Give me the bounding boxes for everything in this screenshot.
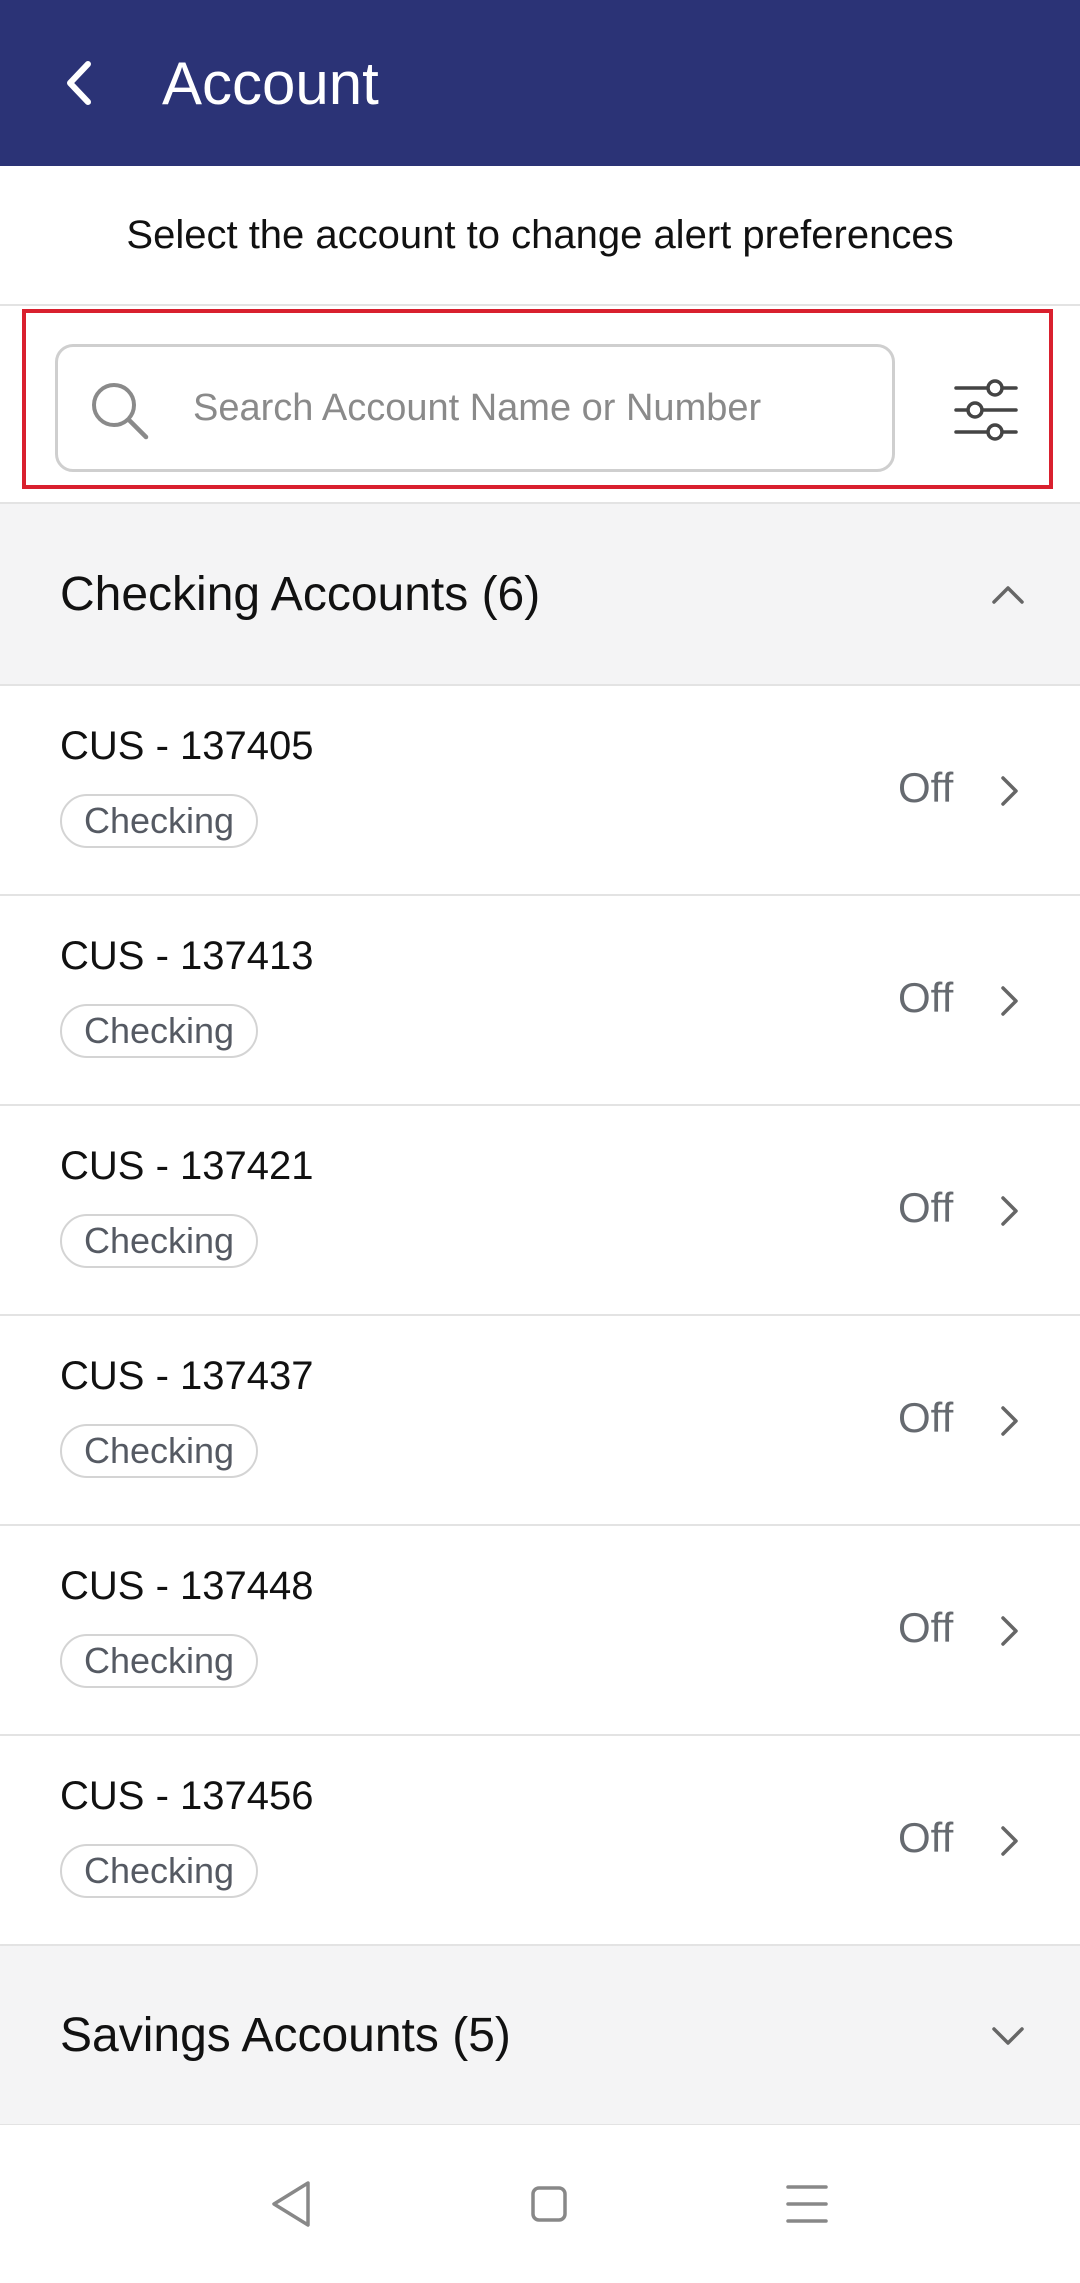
- alert-status: Off: [898, 1814, 954, 1861]
- chevron-right-icon: [1001, 1616, 1018, 1646]
- account-name: CUS - 137456: [60, 1774, 314, 1818]
- search-input[interactable]: [193, 347, 873, 469]
- search-bar-area: [0, 306, 1080, 504]
- account-row[interactable]: CUS - 137448 Checking Off: [0, 1526, 1080, 1736]
- chevron-right-icon: [1001, 986, 1018, 1016]
- section-title: Savings Accounts (5): [60, 2008, 511, 2062]
- chevron-right-icon: [1001, 1826, 1018, 1856]
- account-name: CUS - 137421: [60, 1144, 314, 1188]
- account-type-badge: Checking: [60, 1214, 259, 1268]
- account-type-badge: Checking: [60, 1844, 259, 1898]
- account-name: CUS - 137413: [60, 934, 314, 978]
- alert-status: Off: [898, 974, 954, 1021]
- nav-home-icon: [531, 2186, 567, 2222]
- account-type-badge: Checking: [60, 1424, 259, 1478]
- alert-status: Off: [898, 1184, 954, 1231]
- app-screen: Account Select the account to change ale…: [0, 0, 1080, 2283]
- system-navigation-bar: [0, 2125, 1080, 2283]
- account-type-badge: Checking: [60, 794, 259, 848]
- account-row[interactable]: CUS - 137405 Checking Off: [0, 686, 1080, 896]
- chevron-right-icon: [1001, 776, 1018, 806]
- page-title: Account: [162, 49, 379, 117]
- search-icon: [92, 383, 149, 440]
- chevron-down-icon: [992, 2027, 1024, 2045]
- nav-menu-icon: [786, 2185, 828, 2223]
- account-type-badge: Checking: [60, 1004, 259, 1058]
- chevron-up-icon: [992, 586, 1024, 604]
- account-row[interactable]: CUS - 137456 Checking Off: [0, 1736, 1080, 1946]
- section-header-checking[interactable]: Checking Accounts (6): [0, 504, 1080, 686]
- sliders-icon: [954, 379, 1018, 441]
- back-button[interactable]: [40, 43, 120, 123]
- chevron-right-icon: [1001, 1196, 1018, 1226]
- section-title: Checking Accounts (6): [60, 567, 541, 621]
- filter-button[interactable]: [950, 378, 1022, 442]
- instructions-text: Select the account to change alert prefe…: [0, 166, 1080, 306]
- account-name: CUS - 137448: [60, 1564, 314, 1608]
- nav-home-button[interactable]: [516, 2171, 582, 2237]
- account-name: CUS - 137437: [60, 1354, 314, 1398]
- chevron-right-icon: [1001, 1406, 1018, 1436]
- account-row[interactable]: CUS - 137421 Checking Off: [0, 1106, 1080, 1316]
- account-type-badge: Checking: [60, 1634, 259, 1688]
- account-name: CUS - 137405: [60, 724, 314, 768]
- nav-menu-button[interactable]: [774, 2171, 840, 2237]
- alert-status: Off: [898, 1394, 954, 1441]
- alert-status: Off: [898, 1604, 954, 1651]
- nav-back-icon: [272, 2181, 310, 2227]
- top-app-bar: Account: [0, 0, 1080, 166]
- search-box[interactable]: [55, 344, 895, 472]
- nav-back-button[interactable]: [258, 2171, 324, 2237]
- alert-status: Off: [898, 764, 954, 811]
- section-header-savings[interactable]: Savings Accounts (5): [0, 1946, 1080, 2126]
- account-row[interactable]: CUS - 137437 Checking Off: [0, 1316, 1080, 1526]
- chevron-left-icon: [67, 61, 91, 105]
- account-row[interactable]: CUS - 137413 Checking Off: [0, 896, 1080, 1106]
